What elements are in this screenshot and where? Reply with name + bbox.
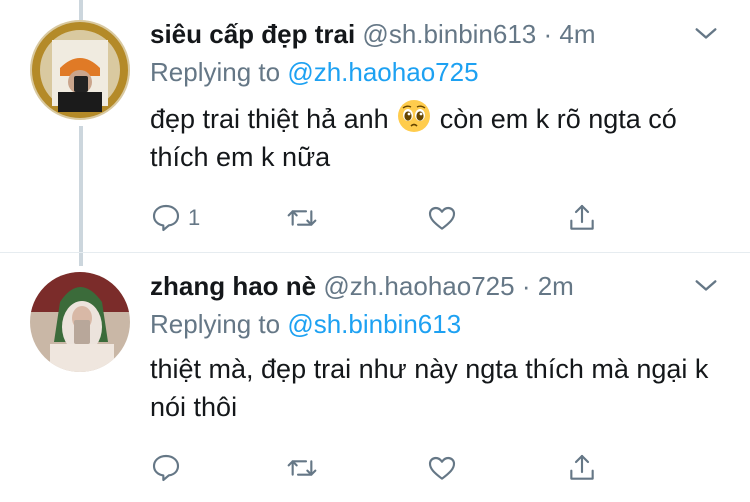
tweet-header: siêu cấp đẹp trai @sh.binbin613 · 4m <box>150 14 730 54</box>
retweet-icon <box>287 460 317 476</box>
tweet-divider <box>0 252 750 253</box>
display-name[interactable]: siêu cấp đẹp trai <box>150 19 355 49</box>
heart-icon <box>428 456 456 480</box>
replying-to: Replying to @zh.haohao725 <box>150 54 730 90</box>
share-button[interactable] <box>566 198 598 238</box>
reply-button[interactable] <box>150 448 188 488</box>
separator-dot: · <box>543 19 553 49</box>
chevron-down-icon[interactable] <box>692 272 720 300</box>
chevron-down-icon[interactable] <box>692 20 720 48</box>
like-button[interactable] <box>426 448 458 488</box>
tweet-actions <box>150 448 610 488</box>
retweet-button[interactable] <box>286 448 318 488</box>
tweet-actions: 1 <box>150 198 610 238</box>
avatar[interactable] <box>30 272 130 372</box>
retweet-button[interactable] <box>286 198 318 238</box>
replying-to-label: Replying to <box>150 309 281 339</box>
share-icon <box>570 204 594 230</box>
username[interactable]: @zh.haohao725 <box>323 271 514 301</box>
heart-icon <box>428 206 456 230</box>
thread-connector-top <box>79 0 83 22</box>
avatar-photo <box>30 272 130 372</box>
tweet-header: zhang hao nè @zh.haohao725 · 2m <box>150 266 730 306</box>
share-button[interactable] <box>566 448 598 488</box>
replying-to-mention[interactable]: @zh.haohao725 <box>287 57 478 87</box>
tweet-text-part1: đẹp trai thiệt hả anh <box>150 104 397 134</box>
username[interactable]: @sh.binbin613 <box>362 19 536 49</box>
display-name[interactable]: zhang hao nè <box>150 271 316 301</box>
thread-connector <box>79 126 83 266</box>
replying-to-label: Replying to <box>150 57 281 87</box>
tweet-text: thiệt mà, đẹp trai như này ngta thích mà… <box>150 354 709 422</box>
timestamp[interactable]: 4m <box>559 19 595 49</box>
share-icon <box>570 454 594 480</box>
reply-icon <box>152 454 180 482</box>
reply-icon <box>152 204 180 232</box>
tweet-text: đẹp trai thiệt hả anh còn em k rõ ngta c… <box>150 98 730 176</box>
replying-to: Replying to @sh.binbin613 <box>150 306 730 342</box>
pleading-face-emoji <box>398 100 431 132</box>
timestamp[interactable]: 2m <box>538 271 574 301</box>
avatar-photo <box>30 20 130 120</box>
avatar[interactable] <box>30 20 130 120</box>
replying-to-mention[interactable]: @sh.binbin613 <box>287 309 461 339</box>
separator-dot: · <box>521 271 531 301</box>
retweet-icon <box>287 210 317 226</box>
reply-count: 1 <box>188 205 201 230</box>
like-button[interactable] <box>426 198 458 238</box>
reply-button[interactable]: 1 <box>150 198 200 238</box>
